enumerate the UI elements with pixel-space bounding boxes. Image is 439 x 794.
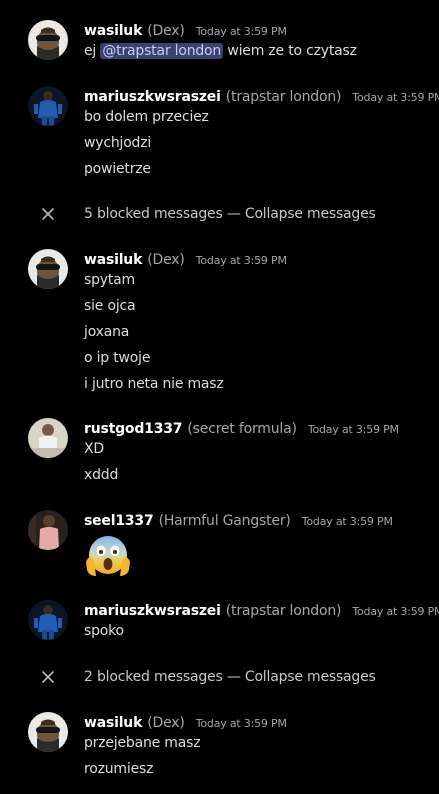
avatar-mariusz-image xyxy=(28,86,68,126)
message-text: sie ojca xyxy=(84,298,136,314)
avatar-wasiluk-image xyxy=(28,20,68,60)
blocked-messages-bar[interactable]: 5 blocked messages — Collapse messages xyxy=(0,203,439,225)
avatar[interactable] xyxy=(28,712,68,752)
message-text-prefix: ej xyxy=(84,43,101,59)
timestamp[interactable]: Today at 3:59 PM xyxy=(196,254,287,267)
message-text: i jutro neta nie masz xyxy=(84,376,224,392)
message-group: wasiluk (Dex) Today at 3:59 PM spytam si… xyxy=(0,249,439,393)
screaming-face-icon xyxy=(86,536,130,576)
close-icon[interactable] xyxy=(38,666,58,688)
avatar[interactable] xyxy=(28,86,68,126)
message-text: wychjodzi xyxy=(84,135,152,151)
message-group: wasiluk (Dex) Today at 3:59 PM ej @traps… xyxy=(0,20,439,64)
message-group: mariuszkwsraszei (trapstar london) Today… xyxy=(0,600,439,644)
message-text: rozumiesz xyxy=(84,761,154,777)
username[interactable]: wasiluk xyxy=(84,252,142,268)
blocked-messages-label[interactable]: 2 blocked messages — Collapse messages xyxy=(84,666,376,688)
avatar[interactable] xyxy=(28,20,68,60)
username[interactable]: wasiluk xyxy=(84,23,142,39)
avatar-wasiluk-image xyxy=(28,249,68,289)
avatar[interactable] xyxy=(28,249,68,289)
avatar[interactable] xyxy=(28,600,68,640)
message-header: wasiluk (Dex) Today at 3:59 PM xyxy=(84,249,287,269)
username[interactable]: rustgod1337 xyxy=(84,421,183,437)
message-text: o ip twoje xyxy=(84,350,151,366)
message-header: wasiluk (Dex) Today at 3:59 PM xyxy=(84,712,287,732)
close-icon[interactable] xyxy=(38,203,58,225)
message-text: bo dolem przeciez xyxy=(84,109,209,125)
avatar[interactable] xyxy=(28,418,68,458)
display-name: (Dex) xyxy=(147,715,185,731)
message-text: ej @trapstar london wiem ze to czytasz xyxy=(84,40,357,62)
screaming-face-emoji[interactable] xyxy=(84,532,132,580)
username[interactable]: mariuszkwsraszei xyxy=(84,89,221,105)
message-text: powietrze xyxy=(84,161,151,177)
avatar-mariusz-image xyxy=(28,600,68,640)
display-name: (Dex) xyxy=(147,252,185,268)
chat-log: wasiluk (Dex) Today at 3:59 PM ej @traps… xyxy=(0,0,439,794)
avatar[interactable] xyxy=(28,510,68,550)
message-group: mariuszkwsraszei (trapstar london) Today… xyxy=(0,86,439,178)
avatar-seel-image xyxy=(28,510,68,550)
message-text: joxana xyxy=(84,324,130,340)
display-name: (trapstar london) xyxy=(225,603,342,619)
message-header: mariuszkwsraszei (trapstar london) Today… xyxy=(84,86,439,106)
message-text-suffix: wiem ze to czytasz xyxy=(223,43,357,59)
user-mention[interactable]: @trapstar london xyxy=(100,43,224,59)
message-group: wasiluk (Dex) Today at 3:59 PM przejeban… xyxy=(0,712,439,782)
display-name: (trapstar london) xyxy=(225,89,342,105)
display-name: (Harmful Gangster) xyxy=(158,513,291,529)
username[interactable]: mariuszkwsraszei xyxy=(84,603,221,619)
timestamp[interactable]: Today at 3:59 PM xyxy=(302,515,393,528)
message-group: rustgod1337 (secret formula) Today at 3:… xyxy=(0,418,439,484)
message-header: wasiluk (Dex) Today at 3:59 PM xyxy=(84,20,287,40)
timestamp[interactable]: Today at 3:59 PM xyxy=(196,717,287,730)
blocked-messages-label[interactable]: 5 blocked messages — Collapse messages xyxy=(84,203,376,225)
timestamp[interactable]: Today at 3:59 PM xyxy=(352,91,439,104)
message-group: seel1337 (Harmful Gangster) Today at 3:5… xyxy=(0,510,439,580)
display-name: (Dex) xyxy=(147,23,185,39)
message-text: xddd xyxy=(84,467,119,483)
message-text: XD xyxy=(84,441,104,457)
display-name: (secret formula) xyxy=(187,421,297,437)
avatar-rustgod-image xyxy=(28,418,68,458)
username[interactable]: seel1337 xyxy=(84,513,154,529)
timestamp[interactable]: Today at 3:59 PM xyxy=(352,605,439,618)
message-text: spoko xyxy=(84,623,124,639)
timestamp[interactable]: Today at 3:59 PM xyxy=(196,25,287,38)
message-header: mariuszkwsraszei (trapstar london) Today… xyxy=(84,600,439,620)
message-header: rustgod1337 (secret formula) Today at 3:… xyxy=(84,418,399,438)
message-text: przejebane masz xyxy=(84,735,201,751)
username[interactable]: wasiluk xyxy=(84,715,142,731)
message-text: spytam xyxy=(84,272,135,288)
message-header: seel1337 (Harmful Gangster) Today at 3:5… xyxy=(84,510,393,530)
timestamp[interactable]: Today at 3:59 PM xyxy=(308,423,399,436)
blocked-messages-bar[interactable]: 2 blocked messages — Collapse messages xyxy=(0,666,439,688)
avatar-wasiluk-image xyxy=(28,712,68,752)
